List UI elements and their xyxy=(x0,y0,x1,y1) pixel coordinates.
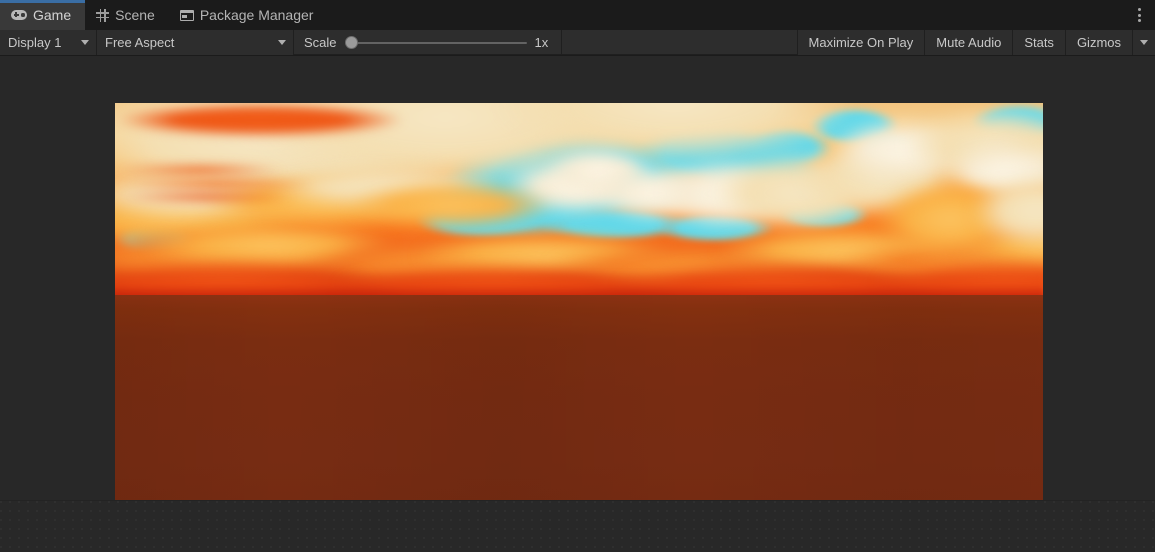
tab-scene-label: Scene xyxy=(115,7,155,23)
toolbar-spacer xyxy=(561,30,797,54)
unity-game-view-window: Game Scene Package Manager Display 1 Fre… xyxy=(0,0,1155,552)
game-view-toolbar: Display 1 Free Aspect Scale 1x Maximize … xyxy=(0,30,1155,55)
tab-package-manager-label: Package Manager xyxy=(199,7,314,23)
gizmos-dropdown-button[interactable] xyxy=(1133,30,1155,55)
scale-control-group: Scale 1x xyxy=(294,30,561,55)
cloud-streak xyxy=(115,137,345,163)
tab-game[interactable]: Game xyxy=(0,0,86,30)
scale-slider-handle[interactable] xyxy=(344,36,358,49)
gamepad-icon xyxy=(11,10,27,20)
package-icon xyxy=(179,9,194,21)
stats-label: Stats xyxy=(1024,35,1054,50)
hash-icon xyxy=(96,8,110,22)
display-dropdown[interactable]: Display 1 xyxy=(0,30,96,55)
gizmos-control-group: Gizmos xyxy=(1065,30,1155,55)
maximize-on-play-button[interactable]: Maximize On Play xyxy=(797,30,925,55)
gizmos-label: Gizmos xyxy=(1076,35,1121,50)
scale-slider[interactable] xyxy=(344,30,527,55)
aspect-ratio-dropdown[interactable]: Free Aspect xyxy=(97,30,293,55)
horizon-glow xyxy=(115,271,1043,295)
maximize-on-play-label: Maximize On Play xyxy=(808,35,914,50)
tab-package-manager[interactable]: Package Manager xyxy=(168,0,328,30)
gizmos-button[interactable]: Gizmos xyxy=(1065,30,1132,55)
chevron-down-icon xyxy=(81,40,89,45)
mute-audio-label: Mute Audio xyxy=(936,35,1002,50)
game-render-surface[interactable]: Sunset skybox with orange and gold cloud… xyxy=(115,103,1043,500)
chevron-down-icon xyxy=(1140,40,1148,45)
tab-bar: Game Scene Package Manager xyxy=(0,0,1155,30)
chevron-down-icon xyxy=(278,40,286,45)
stats-button[interactable]: Stats xyxy=(1013,30,1065,55)
kebab-menu-icon[interactable] xyxy=(1128,0,1150,30)
mute-audio-button[interactable]: Mute Audio xyxy=(925,30,1013,55)
tab-game-label: Game xyxy=(33,7,72,23)
scale-slider-track xyxy=(353,41,527,44)
cloud-streak xyxy=(115,191,295,203)
display-dropdown-value: Display 1 xyxy=(8,35,62,50)
scale-value-label: 1x xyxy=(534,35,549,50)
game-view-bottom-panel xyxy=(0,500,1155,552)
scale-label: Scale xyxy=(304,35,337,50)
cloud-streak xyxy=(115,177,315,191)
cloud xyxy=(345,181,555,229)
aspect-ratio-value: Free Aspect xyxy=(105,35,175,50)
cloud-streak xyxy=(115,163,285,177)
skybox-sky xyxy=(115,103,1043,295)
tab-scene[interactable]: Scene xyxy=(85,0,169,30)
cloud-streak xyxy=(115,103,405,137)
ground-plane xyxy=(115,295,1043,500)
